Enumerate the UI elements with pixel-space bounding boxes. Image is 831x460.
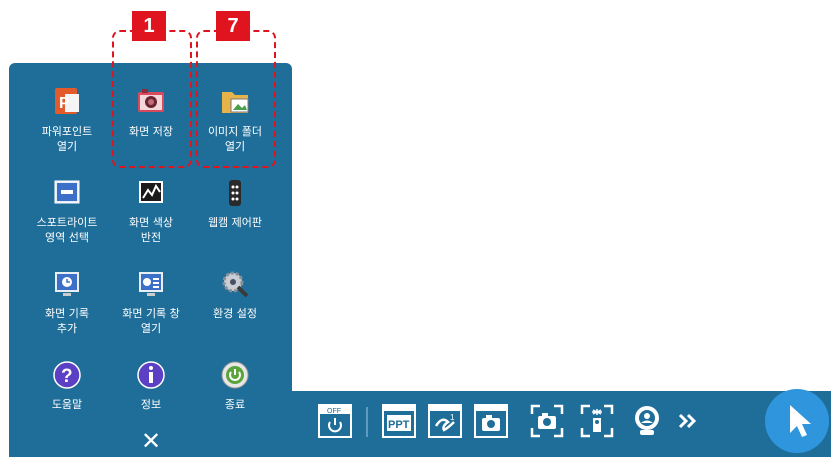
pen-window-icon: 1 bbox=[428, 404, 462, 438]
spotlight-capture-icon bbox=[580, 404, 614, 438]
svg-text:P: P bbox=[59, 95, 70, 112]
menu-item-info[interactable]: 정보 bbox=[109, 359, 193, 412]
menu-item-label: 종료 bbox=[224, 398, 246, 411]
menu-item-label: 웹캠 제어판 bbox=[207, 216, 263, 229]
menu-item-settings[interactable]: 환경 설정 bbox=[193, 268, 277, 321]
svg-text:1: 1 bbox=[450, 413, 455, 422]
menu-item-powerpoint[interactable]: P 파워포인트 열기 bbox=[25, 86, 109, 154]
menu-item-record-window[interactable]: 화면 기록 창 열기 bbox=[109, 268, 193, 336]
menu-item-label: 정보 bbox=[140, 398, 162, 411]
expand-arrows-icon bbox=[678, 413, 697, 429]
menu-item-label: 파워포인트 열기 bbox=[41, 125, 93, 153]
screen-capture-icon bbox=[530, 404, 564, 438]
menu-item-label: 화면 기록 창 열기 bbox=[122, 307, 180, 335]
svg-text:?: ? bbox=[61, 366, 73, 387]
camera-window-button[interactable] bbox=[474, 404, 508, 438]
menu-item-invert-color[interactable]: 화면 색상 반전 bbox=[109, 177, 193, 245]
expand-button[interactable] bbox=[672, 404, 702, 438]
menu-item-help[interactable]: ? 도움말 bbox=[25, 359, 109, 412]
record-add-icon bbox=[51, 268, 83, 300]
camera-window-icon bbox=[474, 404, 508, 438]
help-icon: ? bbox=[51, 359, 83, 391]
menu-item-label: 도움말 bbox=[51, 398, 83, 411]
ppt-icon: PPT bbox=[382, 404, 416, 438]
power-off-label: OFF bbox=[327, 408, 341, 415]
webcam-remote-icon bbox=[219, 177, 251, 209]
callout-box-1 bbox=[112, 30, 192, 168]
callout-badge-1: 1 bbox=[132, 11, 166, 41]
ppt-button[interactable]: PPT bbox=[382, 404, 416, 438]
menu-item-label: 환경 설정 bbox=[213, 307, 257, 320]
power-icon bbox=[219, 359, 251, 391]
menu-item-webcam-panel[interactable]: 웹캠 제어판 bbox=[193, 177, 277, 230]
power-off-button[interactable]: OFF bbox=[318, 404, 352, 438]
record-window-icon bbox=[135, 268, 167, 300]
ppt-label: PPT bbox=[388, 419, 410, 431]
invert-color-icon bbox=[135, 177, 167, 209]
toolbar: OFF PPT 1 bbox=[292, 389, 831, 457]
power-off-icon: OFF bbox=[318, 404, 352, 438]
cursor-icon bbox=[790, 405, 811, 437]
spotlight-icon bbox=[51, 177, 83, 209]
pen-window-button[interactable]: 1 bbox=[428, 404, 462, 438]
screen-capture-button[interactable] bbox=[530, 404, 564, 438]
callout-box-7 bbox=[196, 30, 276, 168]
menu-item-exit[interactable]: 종료 bbox=[193, 359, 277, 412]
info-icon bbox=[135, 359, 167, 391]
webcam-button[interactable] bbox=[630, 404, 664, 438]
webcam-icon bbox=[635, 406, 659, 435]
menu-item-label: 스포트라이트 영역 선택 bbox=[36, 216, 98, 244]
spotlight-capture-button[interactable] bbox=[580, 404, 614, 438]
settings-icon bbox=[219, 268, 251, 300]
close-icon[interactable]: ✕ bbox=[138, 428, 164, 454]
callout-badge-7: 7 bbox=[216, 11, 250, 41]
powerpoint-icon: P bbox=[51, 86, 83, 118]
menu-item-label: 화면 색상 반전 bbox=[129, 216, 173, 244]
cursor-button[interactable] bbox=[765, 389, 829, 453]
menu-item-label: 화면 기록 추가 bbox=[45, 307, 89, 335]
menu-item-record-add[interactable]: 화면 기록 추가 bbox=[25, 268, 109, 336]
toolbar-separator bbox=[366, 407, 368, 437]
menu-item-spotlight[interactable]: 스포트라이트 영역 선택 bbox=[25, 177, 109, 245]
